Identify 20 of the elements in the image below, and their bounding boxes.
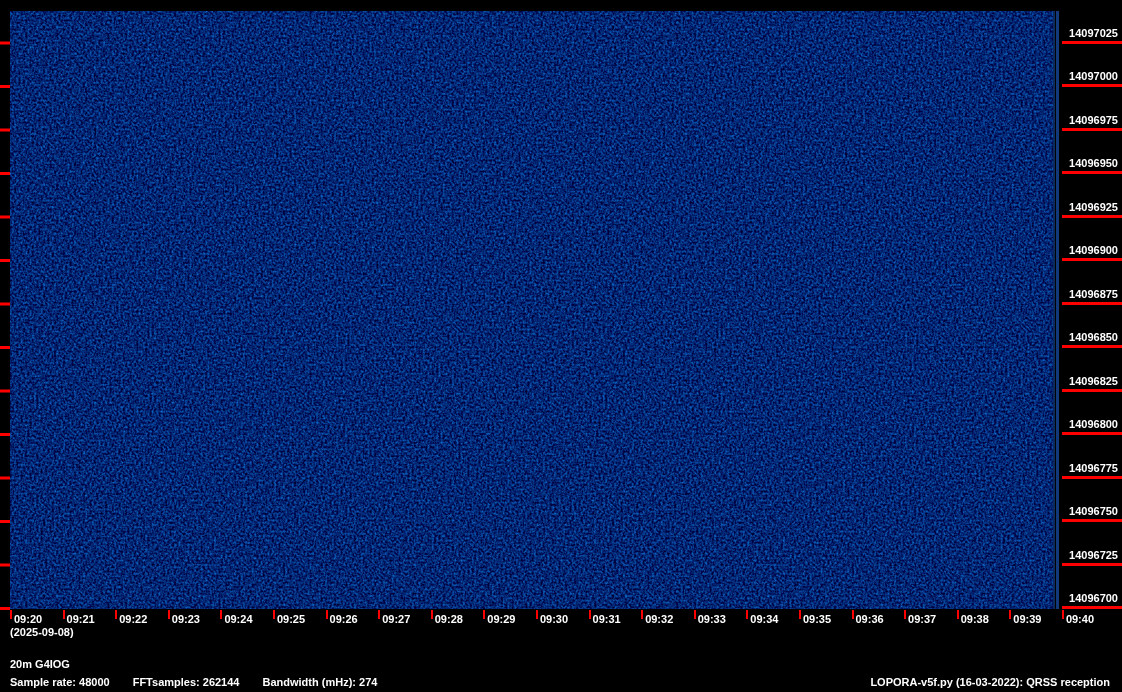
frequency-label: 14096900 bbox=[1068, 244, 1119, 256]
frequency-label: 14097025 bbox=[1068, 26, 1119, 39]
frequency-label: 14096775 bbox=[1068, 461, 1119, 474]
frequency-label: 14096825 bbox=[1068, 374, 1119, 387]
frequency-label: 14096850 bbox=[1068, 331, 1119, 343]
setting-label: Sample rate: 48000 bbox=[10, 676, 110, 688]
program-label: LOPORA-v5f.py (16-03-2022): QRSS reception bbox=[870, 676, 1110, 688]
frequency-label: 14096950 bbox=[1068, 157, 1119, 169]
frequency-label: 14096750 bbox=[1068, 505, 1119, 517]
station-label: 20m G4IOG bbox=[10, 658, 70, 670]
frequency-label: 14097000 bbox=[1068, 70, 1119, 82]
setting-label: Bandwidth (mHz): 274 bbox=[262, 676, 378, 688]
date-label: (2025-09-08) bbox=[9, 626, 74, 638]
frequency-label: 14096800 bbox=[1068, 418, 1119, 430]
frequency-label: 14096700 bbox=[1068, 592, 1119, 604]
frequency-label: 14096725 bbox=[1068, 548, 1119, 561]
frequency-label: 14096925 bbox=[1068, 200, 1119, 213]
frequency-label: 14096875 bbox=[1068, 287, 1119, 300]
setting-label: FFTsamples: 262144 bbox=[132, 676, 240, 688]
frequency-label: 14096975 bbox=[1068, 113, 1119, 126]
